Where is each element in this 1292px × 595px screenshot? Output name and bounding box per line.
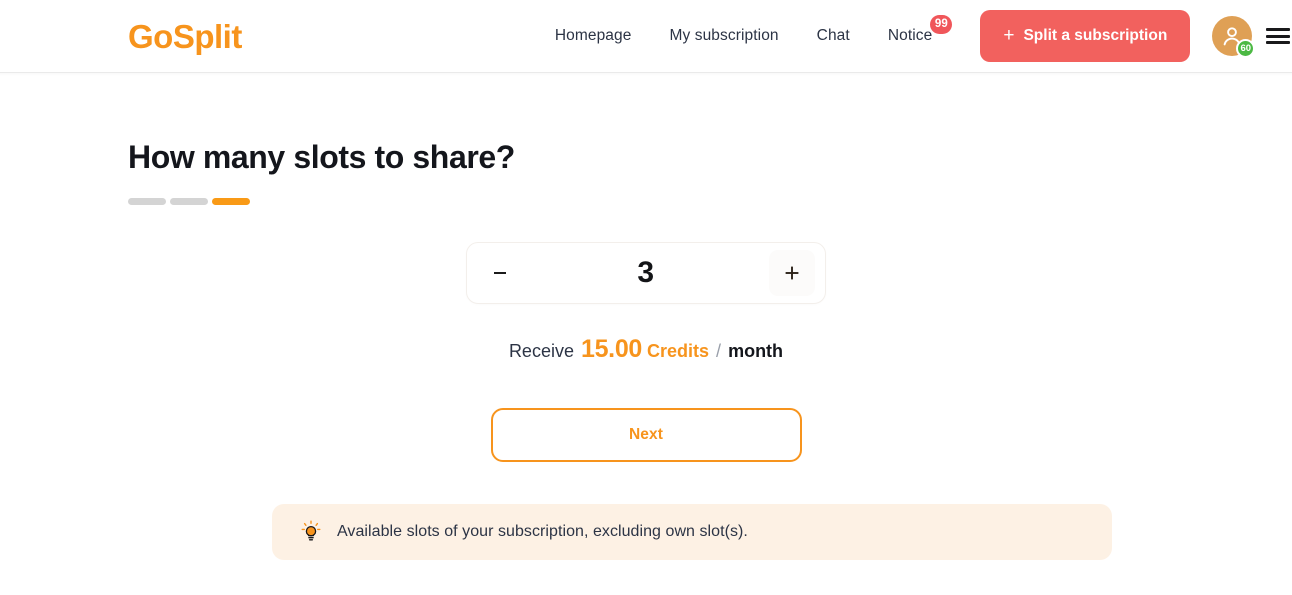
quantity-stepper: 3 bbox=[466, 241, 826, 304]
info-banner: Available slots of your subscription, ex… bbox=[272, 503, 1112, 560]
nav-item-label: Homepage bbox=[554, 27, 632, 44]
main-navigation: Homepage My subscription Chat Notice 99 bbox=[555, 15, 953, 45]
receive-separator: / bbox=[716, 340, 722, 361]
slot-count-value: 3 bbox=[637, 255, 655, 289]
site-header: GoSplit Homepage My subscription Chat No… bbox=[0, 0, 1292, 76]
nav-item-my-subscription[interactable]: My subscription bbox=[669, 27, 778, 45]
page-title: How many slots to share? bbox=[128, 139, 515, 175]
nav-item-label: Chat bbox=[816, 27, 850, 44]
lightbulb-icon bbox=[300, 520, 322, 544]
nav-item-notice[interactable]: Notice 99 bbox=[887, 15, 953, 45]
slot-selector-area: 3 Receive 15.00 Credits / month Next bbox=[128, 205, 1164, 462]
progress-step-3-active bbox=[212, 197, 250, 205]
user-controls: 60 bbox=[1212, 16, 1291, 58]
decrement-button[interactable] bbox=[477, 250, 523, 296]
increment-button[interactable] bbox=[769, 249, 815, 296]
nav-item-chat[interactable]: Chat bbox=[817, 27, 850, 45]
receive-amount: 15.00 bbox=[580, 334, 643, 363]
split-button-label: Split a subscription bbox=[1023, 27, 1168, 44]
main-content: How many slots to share? 3 Receive 15.00… bbox=[0, 139, 1292, 560]
split-a-subscription-button[interactable]: + Split a subscription bbox=[980, 10, 1191, 62]
receive-currency: Credits bbox=[647, 340, 710, 361]
receive-period: month bbox=[728, 340, 784, 361]
next-button[interactable]: Next bbox=[490, 407, 802, 462]
logo[interactable]: GoSplit bbox=[128, 20, 242, 53]
progress-step-1 bbox=[128, 197, 166, 205]
nav-item-label: Notice bbox=[887, 27, 933, 44]
progress-step-2 bbox=[170, 197, 208, 205]
progress-steps bbox=[128, 197, 1164, 205]
nav-item-homepage[interactable]: Homepage bbox=[555, 27, 632, 45]
avatar[interactable]: 60 bbox=[1212, 16, 1256, 58]
receive-summary: Receive 15.00 Credits / month bbox=[509, 335, 783, 364]
info-banner-text: Available slots of your subscription, ex… bbox=[337, 522, 748, 540]
plus-icon: + bbox=[1003, 24, 1015, 46]
credits-badge: 60 bbox=[1236, 39, 1256, 58]
receive-label: Receive bbox=[508, 340, 574, 361]
plus-icon bbox=[785, 266, 799, 280]
notice-count-badge: 99 bbox=[930, 15, 953, 34]
minus-icon bbox=[494, 271, 506, 274]
nav-item-label: My subscription bbox=[669, 27, 779, 44]
hamburger-menu-icon[interactable] bbox=[1266, 26, 1291, 46]
